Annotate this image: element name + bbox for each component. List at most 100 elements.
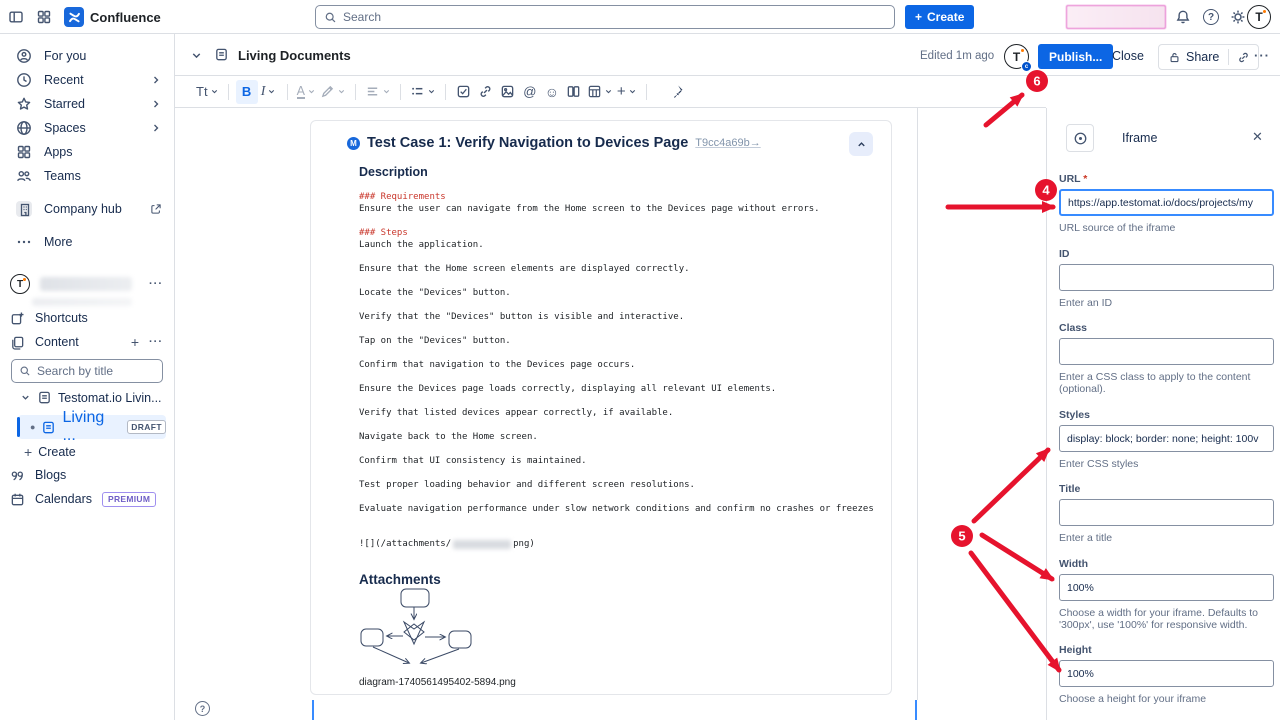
text-color-button[interactable]: A (295, 80, 318, 104)
help-icon[interactable]: ? (1203, 9, 1219, 25)
bold-button[interactable]: B (236, 80, 258, 104)
user-avatar[interactable]: T (1247, 5, 1271, 29)
insert-image-button[interactable] (497, 80, 519, 104)
content-more-icon[interactable]: ··· (149, 336, 163, 348)
insert-link-button[interactable] (475, 80, 497, 104)
pin-toolbar-button[interactable] (666, 80, 688, 104)
collapse-button[interactable] (849, 132, 873, 156)
url-input[interactable] (1059, 189, 1274, 216)
emoji-button[interactable]: ☺ (541, 80, 563, 104)
search-icon (19, 365, 31, 377)
star-icon (16, 96, 32, 112)
code-line (359, 491, 874, 503)
title-input[interactable] (1059, 499, 1274, 526)
sidebar-item-recent[interactable]: Recent (0, 68, 174, 92)
highlight-button[interactable] (318, 80, 348, 104)
task-button[interactable] (453, 80, 475, 104)
width-label: Width (1059, 558, 1274, 570)
redacted-space-name (40, 277, 132, 291)
settings-gear-icon[interactable] (1230, 9, 1246, 25)
sidebar: For youRecent Starred Spaces AppsTeams Compa… (0, 34, 175, 720)
space-more-icon[interactable]: ··· (149, 278, 163, 290)
sidebar-item-label: More (44, 235, 162, 249)
sidebar-item-for-you[interactable]: For you (0, 44, 174, 68)
code-line (359, 419, 874, 431)
code-line (359, 299, 874, 311)
code-line: Verify that the "Devices" button is visi… (359, 311, 874, 323)
help-icon[interactable]: ? (195, 701, 210, 716)
notifications-bell-icon[interactable] (1175, 9, 1191, 25)
chevron-down-icon (267, 87, 276, 96)
selected-iframe-element[interactable] (312, 700, 917, 720)
close-panel-button[interactable]: ✕ (1252, 129, 1263, 145)
sidebar-item-company-hub[interactable]: Company hub (0, 197, 174, 221)
chevron-down-icon (604, 87, 613, 96)
search-input[interactable]: Search (315, 5, 895, 29)
tree-create-button[interactable]: + Create (24, 444, 199, 460)
height-input[interactable] (1059, 660, 1274, 687)
insert-more-button[interactable]: + (615, 80, 639, 104)
text-style-button[interactable]: Tt (194, 80, 221, 104)
code-line (359, 395, 874, 407)
sidebar-item-spaces[interactable]: Spaces (0, 116, 174, 140)
sidebar-item-apps[interactable]: Apps (0, 140, 174, 164)
redacted-filename (453, 540, 511, 549)
space-header[interactable]: T ··· (0, 273, 175, 295)
code-line (359, 215, 874, 227)
chevron-down-icon (337, 87, 346, 96)
editor-avatar[interactable]: T c (1004, 44, 1029, 69)
width-input[interactable] (1059, 574, 1274, 601)
chevron-down-icon[interactable] (20, 392, 31, 403)
app-switcher-icon[interactable] (36, 9, 52, 25)
publish-button[interactable]: Publish... (1038, 44, 1113, 69)
sidebar-item-label: Spaces (44, 121, 138, 135)
diagram-thumbnail[interactable] (347, 587, 482, 672)
clock-icon (16, 72, 32, 88)
sidebar-item-blogs[interactable]: Blogs (0, 464, 175, 486)
app-name: Confluence (90, 10, 161, 25)
person-circle-icon (16, 48, 32, 64)
chevron-down-icon[interactable] (190, 49, 203, 62)
url-field-group: URL *URL source of the iframe (1059, 173, 1274, 234)
sidebar-item-teams[interactable]: Teams (0, 164, 174, 188)
sidebar-item-starred[interactable]: Starred (0, 92, 174, 116)
building-icon (16, 201, 32, 217)
italic-button[interactable]: I (258, 80, 280, 104)
close-button[interactable]: Close (1112, 49, 1144, 63)
add-content-icon[interactable]: + (131, 334, 139, 350)
width-field-group: WidthChoose a width for your iframe. Def… (1059, 558, 1274, 631)
collapse-sidebar-icon[interactable] (8, 9, 24, 25)
create-button[interactable]: + Create (905, 5, 974, 29)
more-actions-button[interactable]: ··· (1254, 48, 1270, 63)
document-icon (214, 47, 229, 62)
confluence-logo-icon[interactable] (64, 7, 84, 27)
sidebar-item-more[interactable]: More (0, 230, 174, 254)
chevron-down-icon (382, 87, 391, 96)
sidebar-item-calendars[interactable]: Calendars PREMIUM (0, 488, 175, 510)
layouts-button[interactable] (563, 80, 585, 104)
code-line: Ensure the Devices page loads correctly,… (359, 383, 874, 395)
mention-button[interactable]: @ (519, 80, 541, 104)
code-line: Confirm that UI consistency is maintaine… (359, 455, 874, 467)
sidebar-item-label: Company hub (44, 202, 138, 216)
list-button[interactable] (408, 80, 438, 104)
tree-item-parent[interactable]: Testomat.io Livin... (20, 390, 195, 405)
styles-input[interactable] (1059, 425, 1274, 452)
code-line: Verify that listed devices appear correc… (359, 407, 874, 419)
sidebar-search-input[interactable]: Search by title (11, 359, 163, 383)
id-input[interactable] (1059, 264, 1274, 291)
styles-helper-text: Enter CSS styles (1059, 458, 1274, 470)
chevron-right-icon (150, 122, 162, 134)
table-button[interactable] (585, 80, 615, 104)
test-case-id-link[interactable]: T9cc4a69b→ (695, 137, 760, 149)
class-input[interactable] (1059, 338, 1274, 365)
sidebar-item-label: Starred (44, 97, 138, 111)
sidebar-item-content[interactable]: Content + ··· (0, 331, 175, 353)
alignment-button[interactable] (363, 80, 393, 104)
external-link-icon (150, 203, 162, 215)
columns-icon (566, 84, 581, 99)
share-button[interactable]: Share (1159, 45, 1228, 69)
tree-item-selected[interactable]: ● Living ... DRAFT (18, 415, 166, 439)
people-icon (16, 168, 32, 184)
sidebar-item-shortcuts[interactable]: Shortcuts (0, 307, 175, 329)
